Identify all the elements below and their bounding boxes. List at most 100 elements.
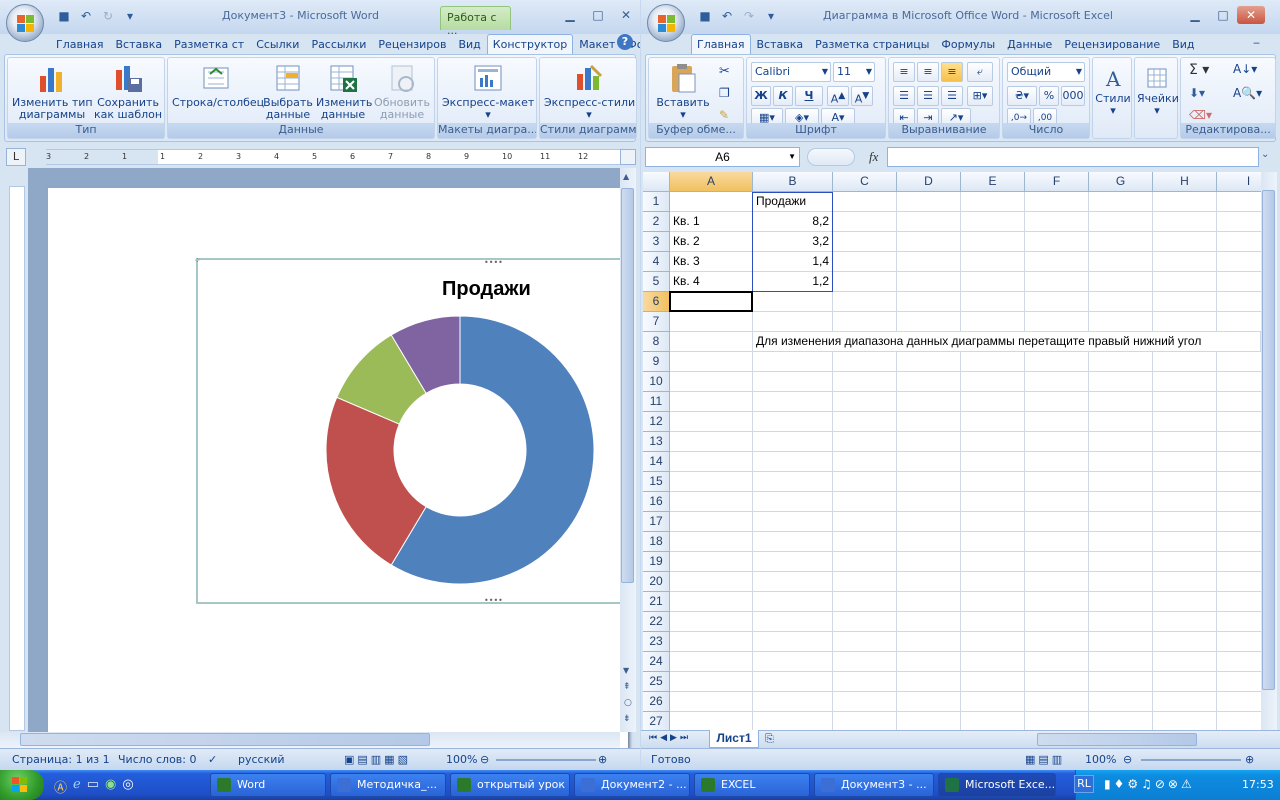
word-tab-6[interactable]: Рецензиров xyxy=(372,34,452,54)
cell-H6[interactable] xyxy=(1153,292,1217,312)
express-layout-button[interactable]: Экспресс-макет ▾ xyxy=(442,62,534,121)
merge-center-icon[interactable]: ⊞▾ xyxy=(967,86,993,106)
clear-icon[interactable]: ⌫▾ xyxy=(1189,108,1212,122)
excel-tab-5[interactable]: Данные xyxy=(1001,34,1058,54)
cell-C15[interactable] xyxy=(833,472,897,492)
cell-B24[interactable] xyxy=(753,652,833,672)
cell-B21[interactable] xyxy=(753,592,833,612)
row-header-26[interactable]: 26 xyxy=(643,692,670,712)
find-select-icon[interactable]: A🔍▾ xyxy=(1233,86,1262,100)
cell-A24[interactable] xyxy=(670,652,753,672)
zoom-out-icon[interactable]: ⊖ xyxy=(480,753,489,766)
cell-E26[interactable] xyxy=(961,692,1025,712)
edit-data-button[interactable]: Изменить данные xyxy=(316,62,372,121)
excel-zoom-out-icon[interactable]: ⊖ xyxy=(1123,753,1132,766)
cell-D12[interactable] xyxy=(897,412,961,432)
cell-C26[interactable] xyxy=(833,692,897,712)
cell-A23[interactable] xyxy=(670,632,753,652)
cell-D5[interactable] xyxy=(897,272,961,292)
cell-F16[interactable] xyxy=(1025,492,1089,512)
refresh-data-button[interactable]: Обновить данные xyxy=(372,62,432,121)
row-header-25[interactable]: 25 xyxy=(643,672,670,692)
cell-G24[interactable] xyxy=(1089,652,1153,672)
excel-tab-6[interactable]: Рецензирование xyxy=(1058,34,1166,54)
spellcheck-icon[interactable]: ✓ xyxy=(208,753,217,766)
underline-button[interactable]: Ч xyxy=(795,86,823,106)
cell-A15[interactable] xyxy=(670,472,753,492)
cell-H4[interactable] xyxy=(1153,252,1217,272)
wrap-text-icon[interactable]: ⤶ xyxy=(967,62,993,82)
cell-E4[interactable] xyxy=(961,252,1025,272)
row-header-19[interactable]: 19 xyxy=(643,552,670,572)
cell-H7[interactable] xyxy=(1153,312,1217,332)
cell-G5[interactable] xyxy=(1089,272,1153,292)
cell-F4[interactable] xyxy=(1025,252,1089,272)
express-styles-button[interactable]: Экспресс-стили ▾ xyxy=(544,62,635,121)
cells-button[interactable]: Ячейки ▾ xyxy=(1137,62,1179,117)
cell-H13[interactable] xyxy=(1153,432,1217,452)
cell-B2[interactable]: 8,2 xyxy=(753,212,833,232)
word-tab-1[interactable]: Главная xyxy=(50,34,110,54)
word-tab-3[interactable]: Разметка ст xyxy=(168,34,250,54)
cell-I11[interactable] xyxy=(1217,392,1261,412)
cell-F18[interactable] xyxy=(1025,532,1089,552)
align-center-icon[interactable]: ☰ xyxy=(917,86,939,106)
cell-C6[interactable] xyxy=(833,292,897,312)
align-top-icon[interactable]: ≡ xyxy=(893,62,915,82)
excel-zoom-level[interactable]: 100% xyxy=(1085,753,1116,766)
cell-E23[interactable] xyxy=(961,632,1025,652)
row-header-13[interactable]: 13 xyxy=(643,432,670,452)
show-desktop-icon[interactable]: ▭ xyxy=(87,777,99,796)
cell-B1[interactable]: Продажи xyxy=(753,192,833,212)
cell-C4[interactable] xyxy=(833,252,897,272)
row-header-4[interactable]: 4 xyxy=(643,252,670,272)
cell-D21[interactable] xyxy=(897,592,961,612)
cell-B5[interactable]: 1,2 xyxy=(753,272,833,292)
chart-frame[interactable]: Продажи •••• •••• ⁘ xyxy=(194,256,636,605)
cell-C19[interactable] xyxy=(833,552,897,572)
row-header-21[interactable]: 21 xyxy=(643,592,670,612)
cell-G18[interactable] xyxy=(1089,532,1153,552)
cell-I6[interactable] xyxy=(1217,292,1261,312)
cell-B13[interactable] xyxy=(753,432,833,452)
cell-A25[interactable] xyxy=(670,672,753,692)
browse-object-icon[interactable]: ○ xyxy=(624,698,632,708)
row-header-5[interactable]: 5 xyxy=(643,272,670,292)
cell-F6[interactable] xyxy=(1025,292,1089,312)
cell-E5[interactable] xyxy=(961,272,1025,292)
cell-D3[interactable] xyxy=(897,232,961,252)
vertical-ruler[interactable] xyxy=(9,186,25,731)
cell-I27[interactable] xyxy=(1217,712,1261,730)
cell-G25[interactable] xyxy=(1089,672,1153,692)
cell-H5[interactable] xyxy=(1153,272,1217,292)
cell-I12[interactable] xyxy=(1217,412,1261,432)
cell-E1[interactable] xyxy=(961,192,1025,212)
undo-icon[interactable]: ↶ xyxy=(78,8,94,24)
cell-I19[interactable] xyxy=(1217,552,1261,572)
cell-C18[interactable] xyxy=(833,532,897,552)
redo-icon[interactable]: ↻ xyxy=(100,8,116,24)
cell-D6[interactable] xyxy=(897,292,961,312)
cell-E10[interactable] xyxy=(961,372,1025,392)
decrease-font-button[interactable]: A▼ xyxy=(851,86,873,106)
row-header-3[interactable]: 3 xyxy=(643,232,670,252)
excel-ribbon-minimize-icon[interactable]: ‒ xyxy=(1253,36,1260,49)
cell-D14[interactable] xyxy=(897,452,961,472)
cell-F20[interactable] xyxy=(1025,572,1089,592)
taskbar-item-2[interactable]: Методичка_... xyxy=(330,773,446,797)
resize-handle-bottom[interactable]: •••• xyxy=(484,596,503,605)
increase-font-button[interactable]: A▲ xyxy=(827,86,849,106)
cell-A5[interactable]: Кв. 4 xyxy=(670,272,753,292)
row-header-18[interactable]: 18 xyxy=(643,532,670,552)
cell-A8[interactable] xyxy=(670,332,753,352)
cell-A6[interactable] xyxy=(670,292,753,312)
row-header-7[interactable]: 7 xyxy=(643,312,670,332)
cell-H23[interactable] xyxy=(1153,632,1217,652)
cell-D1[interactable] xyxy=(897,192,961,212)
cell-E2[interactable] xyxy=(961,212,1025,232)
autosum-icon[interactable]: Σ ▾ xyxy=(1189,62,1209,78)
cell-H17[interactable] xyxy=(1153,512,1217,532)
cell-I1[interactable] xyxy=(1217,192,1261,212)
cell-G4[interactable] xyxy=(1089,252,1153,272)
save-icon[interactable]: ■ xyxy=(56,8,72,24)
